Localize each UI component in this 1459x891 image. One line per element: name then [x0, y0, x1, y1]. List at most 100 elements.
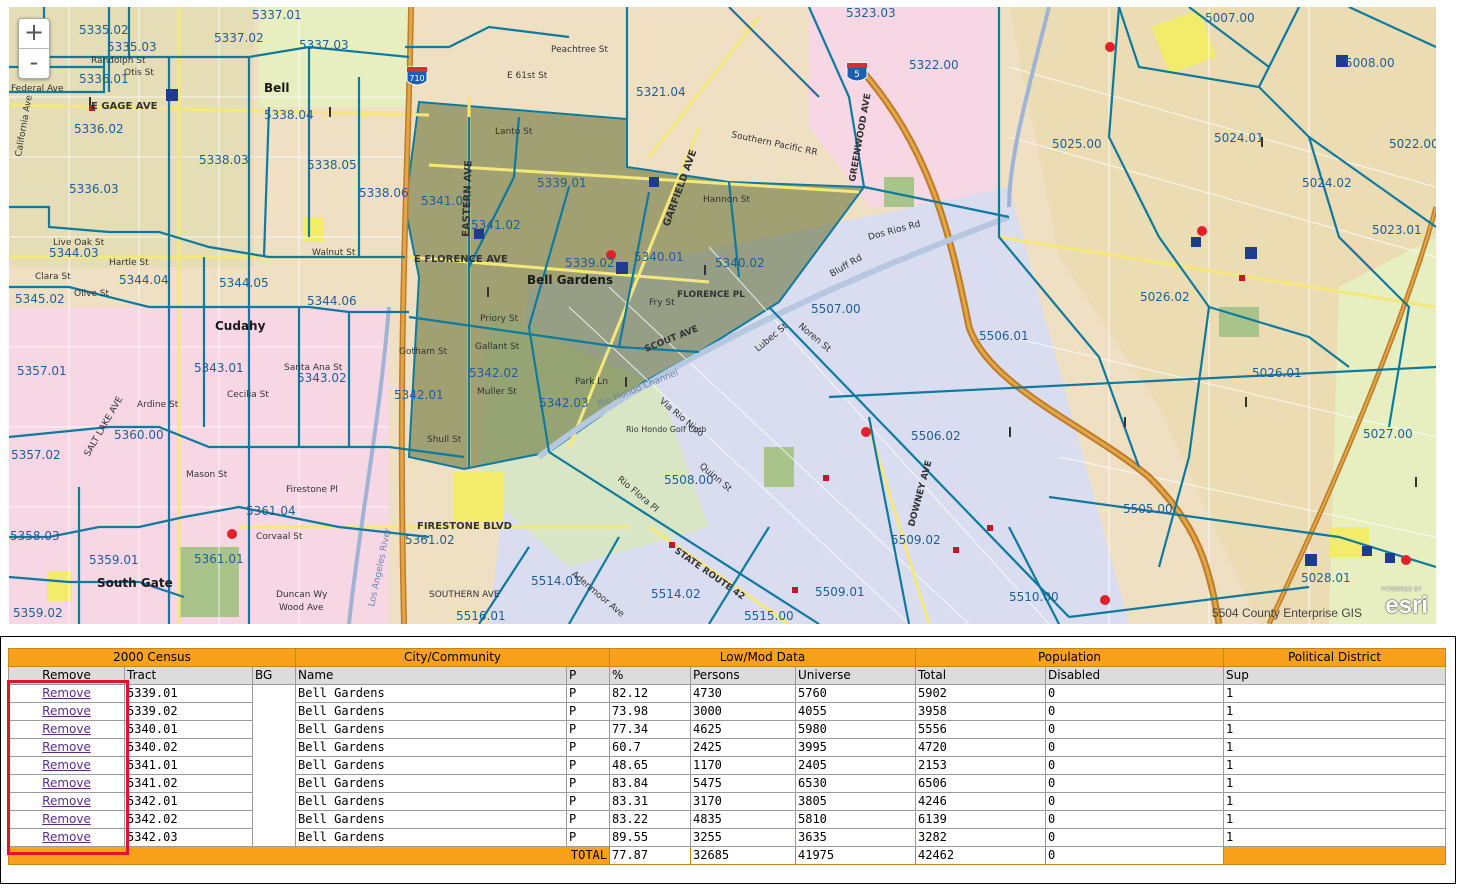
table-row: Remove 5340.02 Bell Gardens P 60.7 2425 3995 47… [8, 738, 1446, 757]
tract-label: 5361.04 [246, 504, 296, 518]
tract-cell: 5339.01 [124, 684, 253, 703]
tract-label: 5026.01 [1252, 366, 1302, 380]
total-cell: 5556 [915, 720, 1046, 739]
remove-link[interactable]: Remove [42, 776, 91, 790]
tract-cell: 5339.02 [124, 702, 253, 721]
name-cell: Bell Gardens [295, 684, 567, 703]
remove-link-cell[interactable]: Remove [8, 702, 125, 721]
remove-link-cell[interactable]: Remove [8, 738, 125, 757]
persons-cell: 5475 [690, 774, 796, 793]
total-cell: 3282 [915, 828, 1046, 847]
tract-label: 5340.02 [715, 256, 765, 270]
total-cell: 6139 [915, 810, 1046, 829]
esri-logo[interactable]: esri [1385, 592, 1428, 620]
remove-link[interactable]: Remove [42, 758, 91, 772]
remove-link-cell[interactable]: Remove [8, 828, 125, 847]
map-view[interactable]: 710 5 Bell Bell Gardens Cudahy South Gat… [9, 7, 1436, 624]
remove-link-cell[interactable]: Remove [8, 720, 125, 739]
total-cell: 5902 [915, 684, 1046, 703]
street-label: Duncan Wy [276, 590, 328, 600]
tract-label: 5361.02 [405, 533, 455, 547]
tract-label: 5343.02 [297, 371, 347, 385]
table-row: Remove 5341.01 Bell Gardens P 48.65 1170 2405 2… [8, 756, 1446, 775]
street-label: Hannon St [703, 195, 750, 205]
tract-label: 5360.00 [114, 428, 164, 442]
remove-link-cell[interactable]: Remove [8, 684, 125, 703]
census-results-panel: 2000 Census City/Community Low/Mod Data … [0, 636, 1456, 884]
sup-cell: 1 [1223, 774, 1446, 793]
pct-cell: 83.31 [609, 792, 691, 811]
remove-link[interactable]: Remove [42, 704, 91, 718]
tract-label: 5022.00 [1389, 137, 1436, 151]
map-canvas[interactable]: 710 5 Bell Bell Gardens Cudahy South Gat… [9, 7, 1436, 624]
city-label-bell-gardens: Bell Gardens [527, 273, 613, 287]
street-label: Olive St [74, 289, 110, 299]
remove-link-cell[interactable]: Remove [8, 756, 125, 775]
universe-cell: 4055 [795, 702, 916, 721]
tract-label: 5344.05 [219, 276, 269, 290]
disabled-cell: 0 [1045, 702, 1224, 721]
table-row: Remove 5342.02 Bell Gardens P 83.22 4835 5810 6… [8, 810, 1446, 829]
zoom-in-button[interactable]: + [19, 19, 49, 48]
remove-link[interactable]: Remove [42, 740, 91, 754]
zoom-out-button[interactable]: - [19, 48, 49, 78]
p-cell: P [566, 738, 610, 757]
col-sup: Sup [1223, 666, 1446, 685]
park-downey [764, 447, 794, 487]
city-label-bell: Bell [264, 81, 290, 95]
remove-link[interactable]: Remove [42, 794, 91, 808]
p-cell: P [566, 684, 610, 703]
street-label: E 61st St [507, 71, 548, 81]
street-label: Otis St [124, 68, 154, 78]
universe-cell: 5810 [795, 810, 916, 829]
street-label: Priory St [480, 314, 519, 324]
tract-cell: 5341.01 [124, 756, 253, 775]
remove-link-cell[interactable]: Remove [8, 810, 125, 829]
pct-cell: 60.7 [609, 738, 691, 757]
disabled-cell: 0 [1045, 828, 1224, 847]
remove-link-cell[interactable]: Remove [8, 774, 125, 793]
table-row: Remove 5342.01 Bell Gardens P 83.31 3170 3805 4… [8, 792, 1446, 811]
totals-disabled: 0 [1045, 846, 1224, 865]
shield-5-icon: 5 [846, 62, 868, 82]
remove-link[interactable]: Remove [42, 686, 91, 700]
totals-universe: 41975 [795, 846, 916, 865]
street-label: Mason St [186, 470, 228, 480]
totals-label: TOTAL [8, 846, 610, 865]
remove-link[interactable]: Remove [42, 830, 91, 844]
bg-cell [252, 684, 296, 847]
street-label: Shull St [427, 435, 462, 445]
p-cell: P [566, 702, 610, 721]
tract-label: 5505.00 [1123, 502, 1173, 516]
col-universe: Universe [795, 666, 916, 685]
universe-cell: 3805 [795, 792, 916, 811]
tract-label: 5509.01 [815, 585, 865, 599]
street-label: Park Ln [575, 377, 608, 387]
tract-label: 5344.04 [119, 273, 169, 287]
sup-cell: 1 [1223, 738, 1446, 757]
street-label: Corvaal St [256, 532, 303, 542]
street-label: Federal Ave [11, 84, 64, 94]
remove-link-cell[interactable]: Remove [8, 792, 125, 811]
street-label: Lanto St [495, 127, 533, 137]
name-cell: Bell Gardens [295, 720, 567, 739]
pct-cell: 83.22 [609, 810, 691, 829]
col-pct: % [609, 666, 691, 685]
tract-label: 5344.03 [49, 246, 99, 260]
totals-row: TOTAL 77.87 32685 41975 42462 0 [8, 846, 1446, 865]
remove-link[interactable]: Remove [42, 722, 91, 736]
street-label: SOUTHERN AVE [429, 590, 500, 600]
p-cell: P [566, 828, 610, 847]
tract-label: 5342.01 [394, 388, 444, 402]
tract-label: 5336.03 [69, 182, 119, 196]
remove-link[interactable]: Remove [42, 812, 91, 826]
group-header-city: City/Community [295, 648, 610, 667]
group-header-political: Political District [1223, 648, 1446, 667]
persons-cell: 3170 [690, 792, 796, 811]
tract-label: 5510.00 [1009, 590, 1059, 604]
persons-cell: 1170 [690, 756, 796, 775]
sup-cell: 1 [1223, 792, 1446, 811]
tract-label: 5357.02 [11, 448, 61, 462]
table-row: Remove 5340.01 Bell Gardens P 77.34 4625 5980 5… [8, 720, 1446, 739]
tract-label: 5337.03 [299, 38, 349, 52]
